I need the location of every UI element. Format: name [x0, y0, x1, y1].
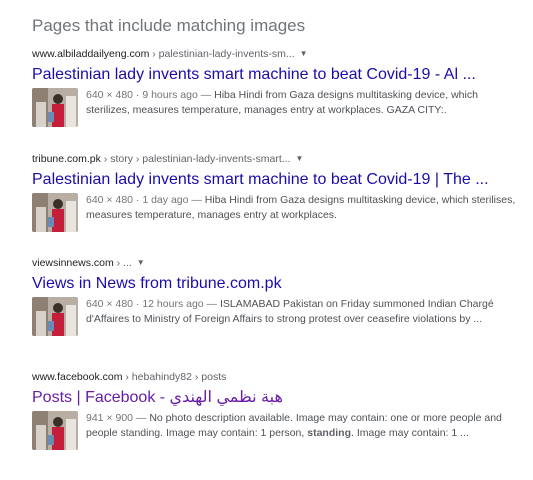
result-cite[interactable]: viewsinnews.com › ... ▼ [32, 256, 522, 270]
result-path: › ... [113, 257, 132, 269]
result-snippet-text: . Image may contain: 1 ... [350, 427, 469, 439]
search-result: tribune.com.pk › story › palestinian-lad… [32, 152, 522, 232]
result-site: tribune.com.pk [32, 153, 101, 165]
result-thumbnail[interactable] [32, 297, 78, 336]
search-result: viewsinnews.com › ... ▼ Views in News fro… [32, 256, 522, 336]
result-title-link[interactable]: Palestinian lady invents smart machine t… [32, 170, 522, 190]
result-title-link[interactable]: Views in News from tribune.com.pk [32, 274, 522, 294]
search-result: www.facebook.com › hebahindy82 › posts P… [32, 370, 522, 450]
result-snippet: 640 × 480 · 9 hours ago — Hiba Hindi fro… [86, 88, 518, 127]
dropdown-caret-icon[interactable]: ▼ [137, 258, 145, 267]
result-snippet: 941 × 900 — No photo description availab… [86, 411, 518, 450]
result-meta: 640 × 480 · 1 day ago — [86, 194, 205, 206]
result-site: www.albiladdailyeng.com [32, 48, 150, 60]
result-cite[interactable]: www.facebook.com › hebahindy82 › posts [32, 370, 522, 384]
result-thumbnail[interactable] [32, 88, 78, 127]
result-title-link[interactable]: Palestinian lady invents smart machine t… [32, 65, 522, 85]
result-snippet-highlight: standing [307, 427, 351, 439]
result-title-link[interactable]: Posts | Facebook - هبة نظمي الهندي [32, 388, 522, 408]
result-site: viewsinnews.com [32, 257, 114, 269]
result-meta: 640 × 480 · 12 hours ago — [86, 298, 220, 310]
result-site: www.facebook.com [32, 371, 123, 383]
result-snippet: 640 × 480 · 1 day ago — Hiba Hindi from … [86, 193, 518, 232]
search-result: www.albiladdailyeng.com › palestinian-la… [32, 47, 522, 127]
result-path: › story › palestinian-lady-invents-smart… [100, 153, 291, 165]
result-meta: 941 × 900 — [86, 412, 150, 424]
result-path: › palestinian-lady-invents-sm... [149, 48, 295, 60]
result-thumbnail[interactable] [32, 411, 78, 450]
result-cite[interactable]: www.albiladdailyeng.com › palestinian-la… [32, 47, 522, 61]
result-path: › hebahindy82 › posts [122, 371, 227, 383]
result-cite[interactable]: tribune.com.pk › story › palestinian-lad… [32, 152, 522, 166]
dropdown-caret-icon[interactable]: ▼ [296, 154, 304, 163]
result-thumbnail[interactable] [32, 193, 78, 232]
result-meta: 640 × 480 · 9 hours ago — [86, 89, 215, 101]
dropdown-caret-icon[interactable]: ▼ [300, 49, 308, 58]
result-snippet: 640 × 480 · 12 hours ago — ISLAMABAD Pak… [86, 297, 518, 336]
section-heading: Pages that include matching images [32, 16, 306, 35]
